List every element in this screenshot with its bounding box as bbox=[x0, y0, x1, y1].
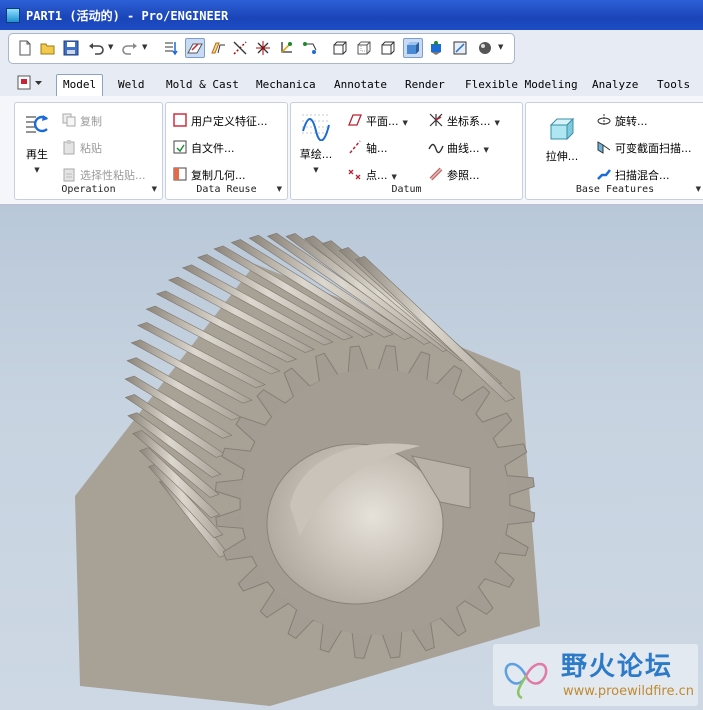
tab-weld[interactable]: Weld bbox=[118, 75, 145, 94]
point-command[interactable]: 点... ▼ bbox=[347, 166, 397, 184]
udf-command[interactable]: 用户定义特征... bbox=[172, 112, 268, 130]
plane-icon bbox=[347, 112, 363, 128]
swept-blend-command[interactable]: 扫描混合... bbox=[596, 166, 670, 184]
data-reuse-group-dropdown-icon[interactable]: ▼ bbox=[277, 185, 282, 193]
point-icon bbox=[347, 166, 363, 182]
ribbon-panel: 再生 ▼ 复制 粘贴 选择性粘贴... Operation ▼ 用户定义特征..… bbox=[0, 96, 703, 206]
tab-annotate[interactable]: Annotate bbox=[334, 75, 387, 94]
hidden-line-icon[interactable] bbox=[355, 39, 373, 57]
paste-special-command[interactable]: 选择性粘贴... bbox=[61, 166, 146, 184]
curve-command[interactable]: 曲线... ▼ bbox=[428, 139, 489, 157]
gear-front-face bbox=[214, 345, 536, 659]
wireframe-icon[interactable] bbox=[331, 39, 349, 57]
data-reuse-group: 用户定义特征... 自文件... 复制几何... Data Reuse ▼ bbox=[165, 102, 288, 200]
axis-icon bbox=[347, 139, 363, 155]
tab-model[interactable]: Model bbox=[56, 74, 104, 97]
tab-mold-cast[interactable]: Mold & Cast bbox=[166, 75, 239, 94]
csys-command[interactable]: 坐标系... ▼ bbox=[428, 112, 500, 130]
from-file-icon bbox=[172, 139, 188, 155]
save-icon[interactable] bbox=[62, 39, 80, 57]
saved-views-icon[interactable] bbox=[427, 39, 445, 57]
quick-access-toolbar: ▼ ▼ ▼ bbox=[8, 33, 515, 64]
watermark-title: 野火论坛 bbox=[561, 652, 674, 682]
tab-render[interactable]: Render bbox=[405, 75, 445, 94]
paste-command[interactable]: 粘贴 bbox=[61, 139, 102, 157]
datum-axes-icon[interactable] bbox=[231, 39, 249, 57]
tab-mechanica[interactable]: Mechanica bbox=[256, 75, 316, 94]
data-reuse-group-label: Data Reuse bbox=[196, 184, 257, 195]
orient-icon[interactable] bbox=[451, 39, 469, 57]
regenerate-big-icon bbox=[26, 115, 48, 133]
curve-dropdown-icon[interactable]: ▼ bbox=[484, 146, 489, 154]
reference-command[interactable]: 参照... bbox=[428, 166, 480, 184]
title-bar: PART1 (活动的) - Pro/ENGINEER bbox=[0, 0, 703, 30]
variable-sweep-command[interactable]: 可变截面扫描... bbox=[596, 139, 692, 157]
base-features-group: 拉伸... 旋转... 可变截面扫描... 扫描混合... Base Featu… bbox=[525, 102, 703, 200]
window-title: PART1 (活动的) - Pro/ENGINEER bbox=[26, 9, 229, 23]
ribbon-tab-row: Model Weld Mold & Cast Mechanica Annotat… bbox=[0, 66, 703, 97]
operation-group-dropdown-icon[interactable]: ▼ bbox=[152, 185, 157, 193]
redo-icon[interactable] bbox=[121, 39, 139, 57]
sketch-button[interactable]: 草绘... ▼ bbox=[295, 111, 337, 174]
revolve-command[interactable]: 旋转... bbox=[596, 112, 648, 130]
udf-icon bbox=[172, 112, 188, 128]
forum-watermark: 野火论坛 www.proewildfire.cn bbox=[493, 644, 698, 706]
copy-geometry-command[interactable]: 复制几何... bbox=[172, 166, 246, 184]
extrude-big-icon bbox=[549, 117, 575, 141]
annotation-icon[interactable] bbox=[301, 39, 319, 57]
reference-icon bbox=[428, 166, 444, 182]
regenerate-icon[interactable] bbox=[162, 39, 180, 57]
datum-group-label: Datum bbox=[391, 184, 422, 195]
operation-group-label: Operation bbox=[61, 184, 116, 195]
from-file-command[interactable]: 自文件... bbox=[172, 139, 235, 157]
new-icon[interactable] bbox=[16, 39, 34, 57]
shading-icon[interactable] bbox=[403, 38, 423, 58]
variable-sweep-icon bbox=[596, 139, 612, 155]
base-features-group-dropdown-icon[interactable]: ▼ bbox=[696, 185, 701, 193]
undo-icon[interactable] bbox=[87, 39, 105, 57]
curve-icon bbox=[428, 139, 444, 155]
point-dropdown-icon[interactable]: ▼ bbox=[392, 173, 397, 181]
copy-icon bbox=[61, 112, 77, 128]
datum-csys-icon[interactable] bbox=[278, 39, 296, 57]
csys-icon bbox=[428, 112, 444, 128]
plane-dropdown-icon[interactable]: ▼ bbox=[403, 119, 408, 127]
watermark-url: www.proewildfire.cn bbox=[563, 684, 694, 699]
part-icon bbox=[6, 8, 20, 23]
file-menu-button[interactable] bbox=[17, 74, 45, 92]
regenerate-dropdown-icon[interactable]: ▼ bbox=[20, 166, 54, 174]
base-features-group-label: Base Features bbox=[575, 184, 655, 195]
extrude-button[interactable]: 拉伸... bbox=[540, 113, 584, 164]
tab-analyze[interactable]: Analyze bbox=[592, 75, 638, 94]
tab-flexible-modeling[interactable]: Flexible Modeling bbox=[465, 75, 578, 94]
sketch-big-icon bbox=[302, 114, 330, 142]
sketch-dropdown-icon[interactable]: ▼ bbox=[295, 166, 337, 174]
sketch-view-icon[interactable] bbox=[185, 38, 205, 58]
undo-dropdown-icon[interactable]: ▼ bbox=[108, 43, 113, 51]
appearance-icon[interactable] bbox=[476, 39, 494, 57]
regenerate-button[interactable]: 再生 ▼ bbox=[20, 111, 54, 174]
copy-geometry-icon bbox=[172, 166, 188, 182]
redo-dropdown-icon[interactable]: ▼ bbox=[142, 43, 147, 51]
no-hidden-icon[interactable] bbox=[379, 39, 397, 57]
forum-logo-icon bbox=[504, 662, 548, 700]
copy-command[interactable]: 复制 bbox=[61, 112, 102, 130]
revolve-icon bbox=[596, 112, 612, 128]
helical-gear-model[interactable] bbox=[0, 206, 703, 710]
plane-command[interactable]: 平面... ▼ bbox=[347, 112, 408, 130]
graphics-viewport[interactable] bbox=[0, 206, 703, 710]
axis-command[interactable]: 轴... bbox=[347, 139, 388, 157]
datum-planes-icon[interactable] bbox=[209, 39, 227, 57]
datum-points-icon[interactable] bbox=[254, 39, 272, 57]
appearance-dropdown-icon[interactable]: ▼ bbox=[498, 43, 503, 51]
toolbar-area: ▼ ▼ ▼ bbox=[0, 30, 703, 66]
swept-blend-icon bbox=[596, 166, 612, 182]
paste-icon bbox=[61, 139, 77, 155]
paste-special-icon bbox=[61, 166, 77, 182]
datum-group: 草绘... ▼ 平面... ▼ 轴... 点... ▼ 坐标系... ▼ 曲线... ▼… bbox=[290, 102, 523, 200]
operation-group: 再生 ▼ 复制 粘贴 选择性粘贴... Operation ▼ bbox=[14, 102, 163, 200]
csys-dropdown-icon[interactable]: ▼ bbox=[495, 119, 500, 127]
tab-tools[interactable]: Tools bbox=[657, 75, 690, 94]
open-icon[interactable] bbox=[39, 39, 57, 57]
